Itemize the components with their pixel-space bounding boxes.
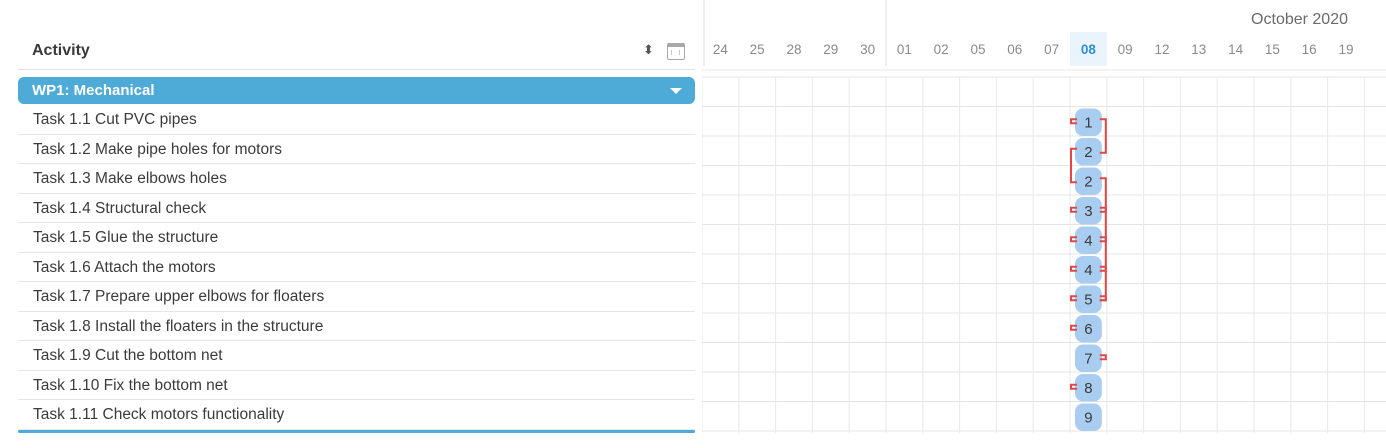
task-label: Task 1.3 Make elbows holes xyxy=(33,170,227,187)
task-row[interactable]: Task 1.8 Install the floaters in the str… xyxy=(18,312,695,341)
task-row[interactable]: Task 1.4 Structural check xyxy=(18,194,695,223)
task-badge-number: 1 xyxy=(1084,115,1092,132)
task-badge-number: 3 xyxy=(1084,203,1092,220)
task-row[interactable]: Task 1.9 Cut the bottom net xyxy=(18,341,695,371)
activity-header: Activity ⬍ xyxy=(18,30,695,70)
work-package-label: WP1: Mechanical xyxy=(32,82,155,99)
date-label: 09 xyxy=(1118,42,1133,57)
date-label: 02 xyxy=(934,42,949,57)
table-bottom-border xyxy=(18,430,695,433)
date-label: 25 xyxy=(750,42,765,57)
sort-icon[interactable]: ⬍ xyxy=(643,40,654,60)
task-label: Task 1.1 Cut PVC pipes xyxy=(33,111,197,128)
task-badge-number: 5 xyxy=(1084,292,1092,309)
date-label: 07 xyxy=(1044,42,1059,57)
activity-column-title: Activity xyxy=(32,42,90,59)
date-label: 12 xyxy=(1154,42,1169,57)
month-label: October 2020 xyxy=(1251,11,1348,28)
date-label: 13 xyxy=(1191,42,1206,57)
task-badge-number: 4 xyxy=(1084,233,1092,250)
task-label: Task 1.2 Make pipe holes for motors xyxy=(33,140,282,158)
task-label: Task 1.11 Check motors functionality xyxy=(33,406,285,423)
task-label: Task 1.5 Glue the structure xyxy=(33,229,219,246)
task-label: Task 1.7 Prepare upper elbows for floate… xyxy=(33,288,325,305)
task-label: Task 1.9 Cut the bottom net xyxy=(33,347,223,364)
task-badge-number: 8 xyxy=(1084,380,1092,397)
date-label: 15 xyxy=(1265,42,1280,57)
date-label: 30 xyxy=(860,42,875,57)
task-row[interactable]: Task 1.1 Cut PVC pipes xyxy=(18,105,695,135)
date-label: 05 xyxy=(970,42,985,57)
task-row[interactable]: Task 1.7 Prepare upper elbows for floate… xyxy=(18,282,695,312)
date-label: 19 xyxy=(1338,42,1353,57)
task-label: Task 1.10 Fix the bottom net xyxy=(33,376,228,394)
task-badge-number: 2 xyxy=(1084,144,1092,161)
task-label: Task 1.6 Attach the motors xyxy=(33,258,216,276)
activity-panel: Activity ⬍ WP1: Mechanical Task 1.1 Cut … xyxy=(18,0,695,448)
task-row[interactable]: Task 1.11 Check motors functionality xyxy=(18,400,695,430)
date-label: 24 xyxy=(713,42,729,57)
work-package-header[interactable]: WP1: Mechanical xyxy=(18,77,695,104)
caret-down-icon[interactable] xyxy=(670,88,682,94)
date-label: 16 xyxy=(1302,42,1317,57)
date-label: 08 xyxy=(1081,42,1097,57)
task-row[interactable]: Task 1.3 Make elbows holes xyxy=(18,164,695,194)
task-badge-number: 2 xyxy=(1084,174,1092,191)
task-label: Task 1.4 Structural check xyxy=(33,199,207,217)
task-badge-number: 4 xyxy=(1084,262,1092,279)
task-label: Task 1.8 Install the floaters in the str… xyxy=(33,317,324,335)
date-label: 28 xyxy=(786,42,801,57)
date-label: 06 xyxy=(1007,42,1022,57)
gantt-chart: October 2020 24 25 28 29 30 01 02 05 06 07 08 09 12 13… xyxy=(702,0,1386,448)
date-label: 01 xyxy=(897,42,912,57)
task-row[interactable]: Task 1.6 Attach the motors xyxy=(18,253,695,282)
gantt-grid: October 202024 25 28 29 30 01 02 05 06 07 08 09 12 13… xyxy=(702,0,1386,433)
task-row[interactable]: Task 1.10 Fix the bottom net xyxy=(18,371,695,400)
date-label: 29 xyxy=(823,42,838,57)
task-badge-number: 6 xyxy=(1084,321,1092,338)
calendar-icon[interactable] xyxy=(667,43,685,60)
task-badge-number: 9 xyxy=(1084,410,1092,427)
task-badge-number: 7 xyxy=(1084,351,1092,368)
task-row[interactable]: Task 1.2 Make pipe holes for motors xyxy=(18,135,695,164)
date-label: 14 xyxy=(1228,42,1244,57)
task-row[interactable]: Task 1.5 Glue the structure xyxy=(18,223,695,253)
